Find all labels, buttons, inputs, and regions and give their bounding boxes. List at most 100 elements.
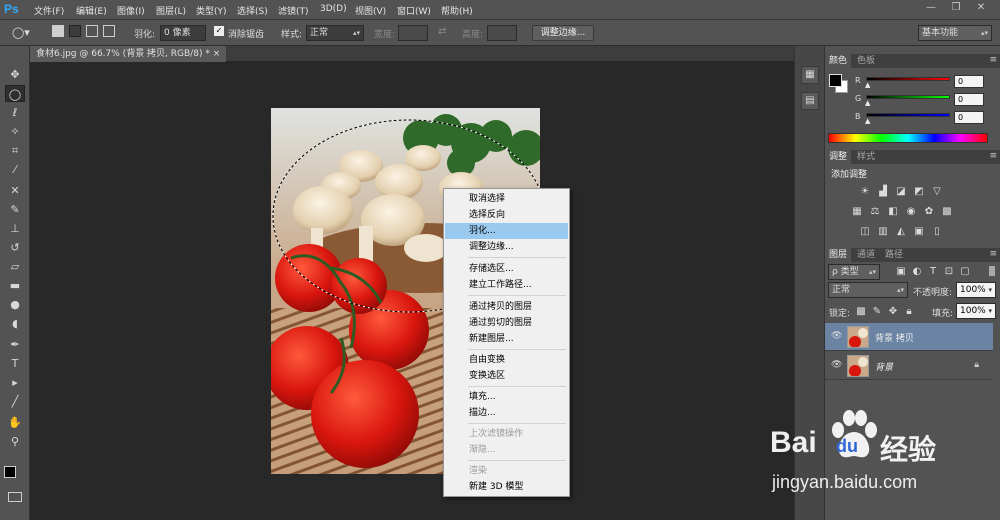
line-tool-icon[interactable]: ╱ [5, 393, 25, 410]
refine-edge-button[interactable]: 调整边缘... [532, 25, 594, 41]
lock-transparent-icon[interactable]: ▩ [855, 306, 867, 317]
layer-filter-select[interactable]: ρ 类型 ▴▾ [828, 264, 880, 280]
foreground-color-swatch[interactable] [4, 466, 16, 478]
ctx-stroke[interactable]: 描边... [445, 405, 568, 421]
ctx-new-layer[interactable]: 新建图层... [445, 331, 568, 347]
eyedropper-tool-icon[interactable]: ⁄ [5, 161, 25, 178]
brush-tool-icon[interactable]: ✎ [5, 201, 25, 218]
lock-pixels-icon[interactable]: ✎ [871, 306, 883, 317]
ctx-select-inverse[interactable]: 选择反向 [445, 207, 568, 223]
panel-menu-icon[interactable]: ≡ [989, 151, 997, 161]
tab-styles[interactable]: 样式 [853, 150, 879, 164]
selective-color-icon[interactable]: ▣ [913, 226, 925, 237]
red-slider-knob[interactable]: ▲ [865, 81, 870, 89]
close-tab-icon[interactable]: × [213, 49, 221, 59]
workspace-select[interactable]: 基本功能 ▴▾ [918, 25, 992, 41]
tab-color[interactable]: 颜色 [825, 54, 852, 68]
black-white-icon[interactable]: ◧ [887, 206, 899, 217]
dodge-tool-icon[interactable]: ◖ [5, 315, 25, 332]
history-panel-icon[interactable]: ▦ [801, 66, 819, 84]
visibility-eye-icon[interactable]: 👁︎ [831, 331, 842, 341]
filter-shape-icon[interactable]: ⊡ [943, 266, 955, 277]
pen-tool-icon[interactable]: ✒ [5, 336, 25, 353]
layer-name[interactable]: 背景 [875, 360, 893, 373]
healing-tool-icon[interactable]: ✕ [5, 182, 25, 199]
tab-channels[interactable]: 通道 [853, 248, 879, 262]
style-select[interactable]: 正常 ▴▾ [306, 25, 364, 41]
visibility-eye-icon[interactable]: 👁︎ [831, 360, 842, 370]
blue-value-input[interactable]: 0 [954, 111, 984, 124]
invert-icon[interactable]: ◫ [859, 226, 871, 237]
hue-saturation-icon[interactable]: ▦ [851, 206, 863, 217]
menu-window[interactable]: 窗口(W) [397, 4, 431, 17]
red-slider[interactable] [866, 77, 950, 81]
ctx-fill[interactable]: 填充... [445, 389, 568, 405]
curves-icon[interactable]: ◪ [895, 186, 907, 197]
eraser-tool-icon[interactable]: ▱ [5, 258, 25, 275]
opacity-input[interactable]: 100% ▾ [956, 282, 996, 298]
menu-image[interactable]: 图像(I) [117, 4, 145, 17]
ctx-layer-via-copy[interactable]: 通过拷贝的图层 [445, 299, 568, 315]
tab-adjustments[interactable]: 调整 [825, 150, 852, 164]
path-select-tool-icon[interactable]: ▸ [5, 374, 25, 391]
layer-row[interactable]: 👁︎ 背景 拷贝 [825, 323, 993, 351]
zoom-tool-icon[interactable]: ⚲ [5, 433, 25, 450]
exposure-icon[interactable]: ◩ [913, 186, 925, 197]
filter-type-icon[interactable]: T [927, 266, 939, 277]
ctx-refine-edge[interactable]: 调整边缘... [445, 239, 568, 255]
filter-smart-object-icon[interactable]: ▢ [959, 266, 971, 277]
move-tool-icon[interactable]: ✥ [5, 66, 25, 83]
filter-adjustment-icon[interactable]: ◐ [911, 266, 923, 277]
channel-mixer-icon[interactable]: ✿ [923, 206, 935, 217]
minimize-button[interactable]: — [920, 1, 942, 15]
menu-layer[interactable]: 图层(L) [156, 4, 186, 17]
tab-paths[interactable]: 路径 [881, 248, 907, 262]
gradient-map-icon[interactable]: ▯ [931, 226, 943, 237]
tab-layers[interactable]: 图层 [825, 248, 852, 262]
green-slider[interactable] [866, 95, 950, 99]
type-tool-icon[interactable]: T [5, 355, 25, 372]
close-window-button[interactable]: ✕ [970, 1, 992, 15]
restore-button[interactable]: ❐ [945, 1, 967, 15]
quick-mask-icon[interactable] [8, 492, 22, 502]
menu-select[interactable]: 选择(S) [237, 4, 268, 17]
ellipse-marquee-tool-icon[interactable]: ◯ [5, 85, 25, 102]
vibrance-icon[interactable]: ▽ [931, 186, 943, 197]
ctx-transform-selection[interactable]: 变换选区 [445, 368, 568, 384]
properties-panel-icon[interactable]: ▤ [801, 92, 819, 110]
layer-name[interactable]: 背景 拷贝 [875, 331, 914, 344]
subtract-selection-icon[interactable] [86, 25, 98, 37]
color-foreground-swatch[interactable] [829, 74, 842, 87]
add-selection-icon[interactable] [69, 25, 81, 37]
new-selection-icon[interactable] [52, 25, 64, 37]
ctx-new-3d-model[interactable]: 新建 3D 模型 [445, 479, 568, 495]
history-brush-tool-icon[interactable]: ↺ [5, 239, 25, 256]
hand-tool-icon[interactable]: ✋ [5, 414, 25, 431]
gradient-tool-icon[interactable]: ▬ [5, 277, 25, 294]
blend-mode-select[interactable]: 正常 ▴▾ [828, 282, 908, 298]
quick-select-tool-icon[interactable]: ✧ [5, 123, 25, 140]
blur-tool-icon[interactable]: ● [5, 296, 25, 313]
posterize-icon[interactable]: ▥ [877, 226, 889, 237]
brightness-icon[interactable]: ☀ [859, 186, 871, 197]
panel-menu-icon[interactable]: ≡ [989, 249, 997, 259]
ctx-free-transform[interactable]: 自由变换 [445, 352, 568, 368]
red-value-input[interactable]: 0 [954, 75, 984, 88]
layer-row[interactable]: 👁︎ 背景 🔒︎ [825, 352, 993, 380]
blue-slider-knob[interactable]: ▲ [865, 117, 870, 125]
stamp-tool-icon[interactable]: ⊥ [5, 220, 25, 237]
lock-position-icon[interactable]: ✥ [887, 306, 899, 317]
menu-help[interactable]: 帮助(H) [441, 4, 473, 17]
photo-filter-icon[interactable]: ◉ [905, 206, 917, 217]
intersect-selection-icon[interactable] [103, 25, 115, 37]
crop-tool-icon[interactable]: ⌗ [5, 142, 25, 159]
menu-3d[interactable]: 3D(D) [320, 4, 347, 14]
feather-input[interactable]: 0 像素 [160, 25, 206, 41]
ctx-layer-via-cut[interactable]: 通过剪切的图层 [445, 315, 568, 331]
antialias-checkbox[interactable]: ✓ [214, 26, 224, 36]
document-tab[interactable]: 食材6.jpg @ 66.7% (背景 拷贝, RGB/8) * × [30, 46, 227, 62]
color-balance-icon[interactable]: ⚖ [869, 206, 881, 217]
blue-slider[interactable] [866, 113, 950, 117]
menu-file[interactable]: 文件(F) [34, 4, 64, 17]
lock-all-icon[interactable]: 🔒︎ [903, 306, 915, 317]
